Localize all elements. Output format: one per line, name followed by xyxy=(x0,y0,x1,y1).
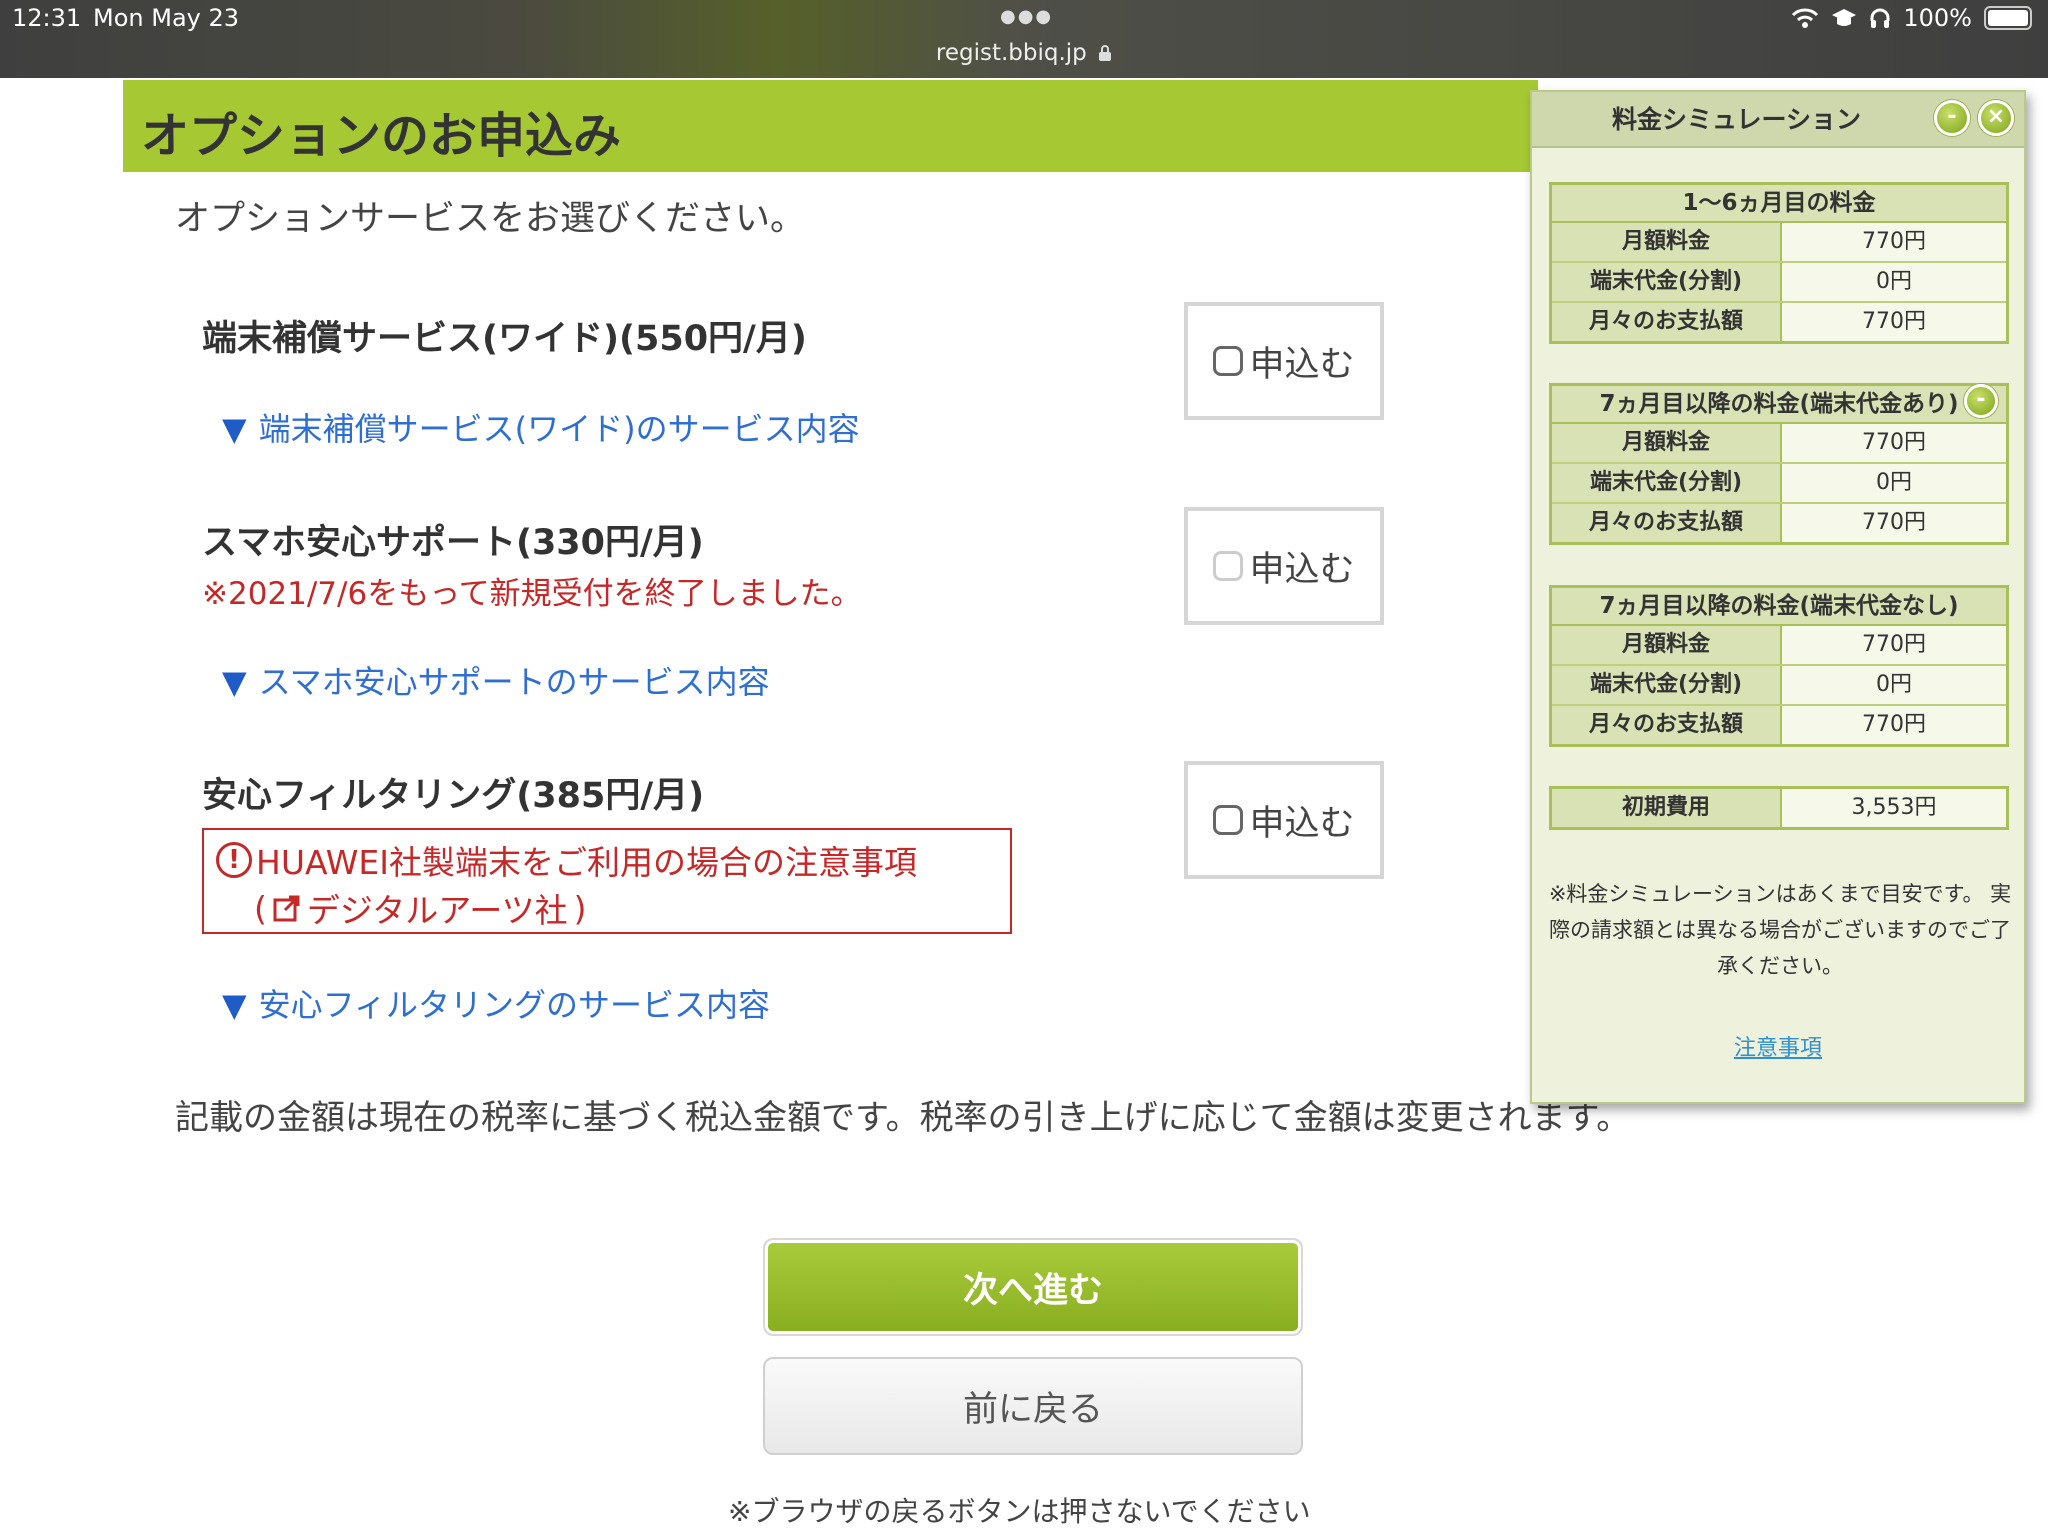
checkbox-icon[interactable] xyxy=(1213,805,1244,835)
row-label: 月々のお支払額 xyxy=(1552,706,1782,744)
row-value: 770円 xyxy=(1782,626,2006,664)
row-label: 月額料金 xyxy=(1552,223,1782,261)
fee-table-months-1-6: 1〜6ヵ月目の料金 月額料金 770円 端末代金(分割) 0円 月々のお支払額 770… xyxy=(1549,182,2009,344)
fee-table-header: 7ヵ月目以降の料金(端末代金あり) - xyxy=(1552,384,2006,424)
checkbox-disabled-icon xyxy=(1213,551,1244,581)
fee-simulation-panel: 料金シミュレーション - × 1〜6ヵ月目の料金 月額料金 770円 端末代金(分… xyxy=(1530,90,2026,1104)
intro-text: オプションサービスをお選びください。 xyxy=(175,199,806,239)
row-label: 月額料金 xyxy=(1552,424,1782,462)
row-label: 月額料金 xyxy=(1552,626,1782,664)
table-row: 月々のお支払額 770円 xyxy=(1552,504,2006,542)
apply-checkbox-device-warranty[interactable]: 申込む xyxy=(1184,302,1384,420)
row-value: 770円 xyxy=(1782,706,2006,744)
row-label: 月々のお支払額 xyxy=(1552,504,1782,542)
tax-note: 記載の金額は現在の税率に基づく税込金額です。税率の引き上げに応じて金額は変更され… xyxy=(175,1098,1631,1138)
service-closed-notice: ※2021/7/6をもって新規受付を終了しました。 xyxy=(202,576,862,612)
apply-label: 申込む xyxy=(1249,344,1355,385)
row-value: 0円 xyxy=(1782,263,2006,301)
triangle-down-icon: ▼ xyxy=(222,663,247,701)
paren-close: ) xyxy=(573,888,587,928)
row-value: 770円 xyxy=(1782,303,2006,341)
paren-open: ( xyxy=(254,888,267,928)
headphones-icon xyxy=(1870,8,1890,28)
status-indicators: 100% xyxy=(1791,4,2032,32)
table-row: 端末代金(分割) 0円 xyxy=(1552,666,2006,706)
apply-label: 申込む xyxy=(1249,549,1355,590)
wifi-icon xyxy=(1792,8,1819,28)
table-row: 月額料金 770円 xyxy=(1552,626,2006,666)
service-link-filtering[interactable]: ▼ 安心フィルタリングのサービス内容 xyxy=(222,980,770,1026)
row-label: 初期費用 xyxy=(1552,789,1782,827)
fee-table-header: 1〜6ヵ月目の料金 xyxy=(1552,185,2006,223)
url-text: regist.bbiq.jp xyxy=(935,40,1087,66)
back-button[interactable]: 前に戻る xyxy=(763,1357,1303,1455)
initial-fee-table: 初期費用 3,553円 xyxy=(1549,786,2009,830)
table-row: 月額料金 770円 xyxy=(1552,223,2006,263)
browser-back-note: ※ブラウザの戻るボタンは押さないでください xyxy=(728,1495,1311,1528)
battery-percent: 100% xyxy=(1903,4,1972,32)
next-button[interactable]: 次へ進む xyxy=(763,1238,1303,1336)
row-label: 端末代金(分割) xyxy=(1552,464,1782,502)
service-link-label: スマホ安心サポートのサービス内容 xyxy=(258,663,770,701)
huawei-notice-text: HUAWEI社製端末をご利用の場合の注意事項 xyxy=(256,843,917,882)
triangle-down-icon: ▼ xyxy=(222,986,247,1024)
row-label: 端末代金(分割) xyxy=(1552,666,1782,704)
row-label: 端末代金(分割) xyxy=(1552,263,1782,301)
service-title-filtering: 安心フィルタリング(385円/月) xyxy=(202,776,705,816)
service-link-smartphone-support[interactable]: ▼ スマホ安心サポートのサービス内容 xyxy=(222,657,770,703)
table-row: 初期費用 3,553円 xyxy=(1552,789,2006,827)
status-date: Mon May 23 xyxy=(93,4,240,32)
service-title-device-warranty: 端末補償サービス(ワイド)(550円/月) xyxy=(202,319,807,359)
close-icon[interactable]: × xyxy=(1978,100,2014,136)
status-time: 12:31 xyxy=(12,4,82,32)
table-row: 月々のお支払額 770円 xyxy=(1552,706,2006,744)
service-link-label: 安心フィルタリングのサービス内容 xyxy=(258,986,770,1024)
fee-table-header-label: 7ヵ月目以降の料金(端末代金あり) xyxy=(1599,391,1959,417)
table-row: 月額料金 770円 xyxy=(1552,424,2006,464)
graduation-cap-icon xyxy=(1832,9,1857,26)
checkbox-icon[interactable] xyxy=(1213,346,1244,376)
battery-icon xyxy=(1984,6,2032,30)
notes-link[interactable]: 注意事項 xyxy=(1532,1030,2024,1062)
row-value: 770円 xyxy=(1782,223,2006,261)
simulation-header: 料金シミュレーション - × xyxy=(1532,92,2024,148)
simulation-disclaimer: ※料金シミュレーションはあくまで目安です。 実際の請求額とは異なる場合がございま… xyxy=(1548,882,2012,978)
page-header: オプションのお申込み xyxy=(123,80,1538,172)
status-bar: 12:31 Mon May 23 ●●● regist.bbiq.jp 100% xyxy=(0,0,2048,78)
fee-table-header: 7ヵ月目以降の料金(端末代金なし) xyxy=(1552,588,2006,626)
fee-table-month-7-without-device: 7ヵ月目以降の料金(端末代金なし) 月額料金 770円 端末代金(分割) 0円 月々… xyxy=(1549,585,2009,747)
row-value: 770円 xyxy=(1782,504,2006,542)
apply-checkbox-filtering[interactable]: 申込む xyxy=(1184,761,1384,879)
lock-icon xyxy=(1099,45,1112,61)
huawei-sub-text: デジタルアーツ社 xyxy=(306,891,568,930)
table-row: 月々のお支払額 770円 xyxy=(1552,303,2006,341)
exclamation-icon: ! xyxy=(216,842,252,878)
apply-label: 申込む xyxy=(1249,803,1355,844)
page-title: オプションのお申込み xyxy=(141,108,622,164)
row-value: 3,553円 xyxy=(1782,789,2006,827)
table-row: 端末代金(分割) 0円 xyxy=(1552,464,2006,504)
fee-table-month-7-with-device: 7ヵ月目以降の料金(端末代金あり) - 月額料金 770円 端末代金(分割) 0円 … xyxy=(1549,383,2009,545)
row-label: 月々のお支払額 xyxy=(1552,303,1782,341)
service-link-device-warranty[interactable]: ▼ 端末補償サービス(ワイド)のサービス内容 xyxy=(222,404,860,450)
address-bar[interactable]: regist.bbiq.jp xyxy=(0,40,2048,66)
row-value: 770円 xyxy=(1782,424,2006,462)
service-link-label: 端末補償サービス(ワイド)のサービス内容 xyxy=(258,410,860,448)
row-value: 0円 xyxy=(1782,464,2006,502)
simulation-title: 料金シミュレーション xyxy=(1612,105,1862,134)
more-dots-icon[interactable]: ●●● xyxy=(1000,6,1053,27)
triangle-down-icon: ▼ xyxy=(222,410,247,448)
apply-checkbox-smartphone-support: 申込む xyxy=(1184,507,1384,625)
minimize-icon[interactable]: - xyxy=(1934,100,1970,136)
service-title-smartphone-support: スマホ安心サポート(330円/月) xyxy=(202,523,704,563)
huawei-notice-banner[interactable]: ! HUAWEI社製端末をご利用の場合の注意事項 ( デジタルアーツ社 ) xyxy=(202,828,1012,934)
row-value: 0円 xyxy=(1782,666,2006,704)
external-link-icon xyxy=(273,895,300,922)
collapse-icon[interactable]: - xyxy=(1964,384,1998,418)
table-row: 端末代金(分割) 0円 xyxy=(1552,263,2006,303)
